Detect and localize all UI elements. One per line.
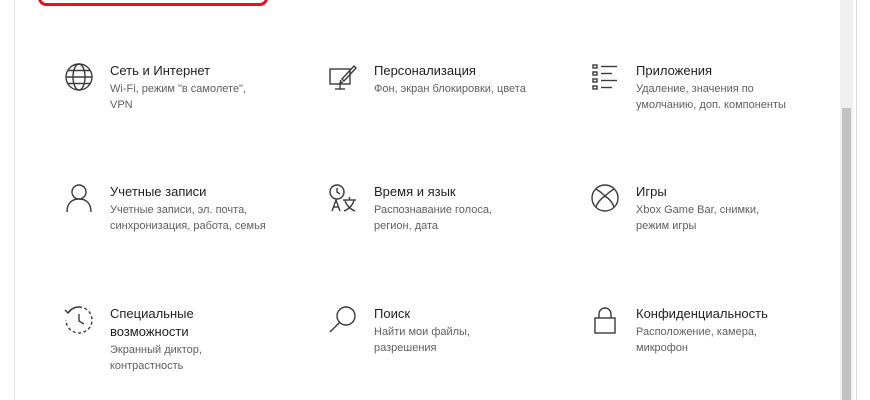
window-edge [856,0,870,400]
tile-desc-line1: Xbox Game Bar, снимки, [636,204,760,216]
ease-of-access-icon [62,305,96,339]
apps-list-icon [588,62,622,96]
tile-desc-line2: умолчанию, доп. компоненты [636,99,786,111]
tile-title: Персонализация [374,63,476,78]
tile-personalization[interactable]: Персонализация Фон, экран блокировки, цв… [326,62,566,97]
tile-time-language[interactable]: Время и язык Распознавание голоса, регио… [326,183,566,234]
highlight-frame [38,0,268,6]
tile-gaming[interactable]: Игры Xbox Game Bar, снимки, режим игры [588,183,828,234]
tile-title: Конфиденциальность [636,306,768,321]
tile-title: Специальные [110,306,194,321]
tile-title: Приложения [636,63,713,78]
tile-title: Учетные записи [110,184,207,199]
tile-desc-line2: режим игры [636,220,697,232]
tile-title: Сеть и Интернет [110,63,211,78]
xbox-icon [588,183,622,217]
tile-desc-line1: Найти мои файлы, [374,326,471,338]
person-icon [62,183,96,217]
tile-search[interactable]: Поиск Найти мои файлы, разрешения [326,305,566,356]
tile-network[interactable]: Сеть и Интернет Wi-Fi, режим "в самолете… [62,62,302,113]
tile-apps[interactable]: Приложения Удаление, значения по умолчан… [588,62,828,113]
tile-desc-line2: VPN [110,99,133,111]
tile-desc-line1: Wi-Fi, режим "в самолете", [110,83,247,95]
tile-accounts[interactable]: Учетные записи Учетные записи, эл. почта… [62,183,302,234]
tile-desc-line2: регион, дата [374,220,439,232]
time-language-icon [326,183,360,217]
tile-desc-line2: разрешения [374,342,437,354]
tile-title-line2: возможности [110,324,189,339]
tile-desc-line2: контрастность [110,360,184,372]
globe-icon [62,62,96,96]
lock-icon [588,305,622,339]
scrollbar-thumb[interactable] [842,108,851,400]
tile-title: Время и язык [374,184,456,199]
tile-title: Игры [636,184,667,199]
tile-desc-line1: Расположение, камера, [636,326,758,338]
settings-window: Сеть и Интернет Wi-Fi, режим "в самолете… [0,0,870,400]
tile-desc-line1: Экранный диктор, [110,344,202,356]
tile-desc-line2: синхронизация, работа, семья [110,220,266,232]
tile-privacy[interactable]: Конфиденциальность Расположение, камера,… [588,305,828,356]
personalization-icon [326,62,360,96]
tile-desc-line1: Распознавание голоса, [374,204,492,216]
tile-desc-line1: Фон, экран блокировки, цвета [374,83,526,95]
tile-ease-of-access[interactable]: Специальные возможности Экранный диктор,… [62,305,302,374]
tile-desc-line2: микрофон [636,342,688,354]
search-icon [326,305,360,339]
tile-desc-line1: Учетные записи, эл. почта, [110,204,248,216]
tile-desc-line1: Удаление, значения по [636,83,754,95]
tile-title: Поиск [374,306,411,321]
